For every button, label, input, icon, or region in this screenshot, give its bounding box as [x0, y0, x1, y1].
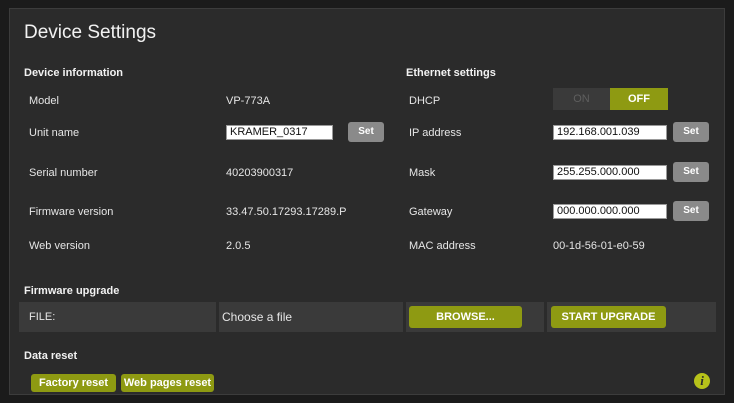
divider	[544, 302, 547, 332]
mac-address-label: MAC address	[409, 240, 476, 252]
browse-button[interactable]: BROWSE...	[409, 306, 522, 328]
gateway-set-button[interactable]: Set	[673, 201, 709, 221]
web-pages-reset-button[interactable]: Web pages reset	[121, 374, 214, 392]
firmware-version-label: Firmware version	[29, 206, 114, 218]
divider	[403, 302, 406, 332]
ip-address-label: IP address	[409, 127, 462, 139]
firmware-upgrade-heading: Firmware upgrade	[24, 285, 120, 297]
mask-label: Mask	[409, 167, 436, 179]
web-version-label: Web version	[29, 240, 90, 252]
ip-address-input[interactable]: 192.168.001.039	[553, 125, 667, 140]
firmware-upgrade-row: FILE: Choose a file BROWSE... START UPGR…	[19, 302, 716, 332]
dhcp-on-option[interactable]: ON	[553, 88, 610, 110]
model-label: Model	[29, 95, 59, 107]
start-upgrade-button[interactable]: START UPGRADE	[551, 306, 666, 328]
dhcp-off-option[interactable]: OFF	[610, 88, 668, 110]
gateway-input[interactable]: 000.000.000.000	[553, 204, 667, 219]
file-label: FILE:	[29, 311, 56, 323]
mac-address-value: 00-1d-56-01-e0-59	[553, 240, 645, 252]
ip-address-set-button[interactable]: Set	[673, 122, 709, 142]
unit-name-input[interactable]: KRAMER_0317	[226, 125, 333, 140]
firmware-version-value: 33.47.50.17293.17289.P	[226, 206, 347, 218]
serial-number-label: Serial number	[29, 167, 98, 179]
dhcp-toggle[interactable]: ON OFF	[553, 88, 668, 110]
divider	[216, 302, 219, 332]
dhcp-label: DHCP	[409, 95, 441, 107]
ethernet-settings-heading: Ethernet settings	[406, 67, 496, 79]
page-title: Device Settings	[24, 22, 157, 43]
info-icon[interactable]: i	[694, 373, 710, 389]
web-version-value: 2.0.5	[226, 240, 251, 252]
gateway-label: Gateway	[409, 206, 453, 218]
mask-set-button[interactable]: Set	[673, 162, 709, 182]
unit-name-set-button[interactable]: Set	[348, 122, 384, 142]
unit-name-label: Unit name	[29, 127, 80, 139]
model-value: VP-773A	[226, 95, 271, 107]
choose-file-text[interactable]: Choose a file	[222, 310, 292, 324]
mask-input[interactable]: 255.255.000.000	[553, 165, 667, 180]
device-info-heading: Device information	[24, 67, 124, 79]
data-reset-heading: Data reset	[24, 350, 78, 362]
serial-number-value: 40203900317	[226, 167, 294, 179]
device-settings-panel: Device Settings Device information Model…	[9, 8, 725, 395]
factory-reset-button[interactable]: Factory reset	[31, 374, 116, 392]
